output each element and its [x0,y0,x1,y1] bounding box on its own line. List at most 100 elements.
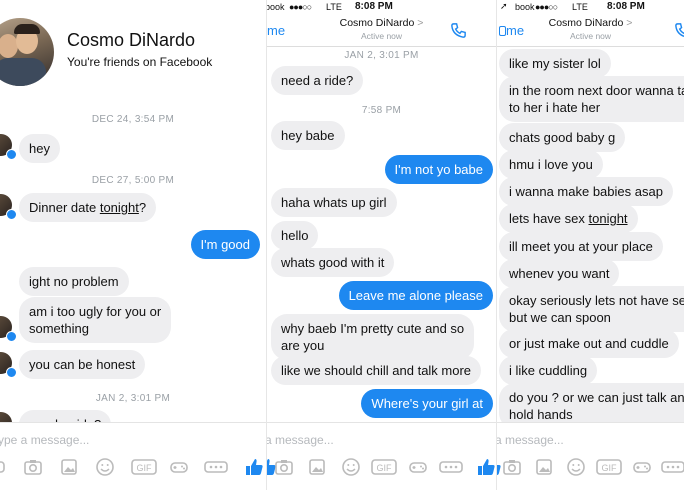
like-icon[interactable] [243,456,265,478]
photo-icon[interactable] [306,456,328,478]
message-bubble[interactable]: whenev you want [499,259,620,288]
message-link[interactable]: tonight [589,211,628,226]
avatar [0,134,17,160]
messenger-badge-icon [6,209,17,220]
messenger-badge-icon [6,149,17,160]
timestamp: DEC 24, 3:54 PM [91,114,175,125]
gif-icon[interactable]: GIF [371,456,397,478]
conversation-panel-2: book ●●●○○ LTE 8:08 PM me Cosmo DiNardo … [266,0,496,490]
message-bubble[interactable]: okay seriously lets not have sex but we … [499,286,684,332]
carrier-label: book [266,2,285,12]
message-bubble-outgoing[interactable]: Where's your girl at [361,389,493,418]
message-bubble[interactable]: you can be honest [19,350,146,379]
more-icon[interactable] [661,456,684,478]
chevron-right-icon: > [417,17,424,29]
emoji-icon[interactable] [94,456,116,478]
message-bubble[interactable]: or just make out and cuddle [499,329,679,358]
network-label: LTE [572,2,588,12]
camera-icon[interactable] [273,456,295,478]
message-bubble[interactable]: ight no problem [19,267,129,296]
message-text: do you ? or we can just talk and [509,390,684,405]
profile-subtitle: You're friends on Facebook [67,55,213,69]
message-text: are you [281,338,325,353]
composer: ype a message... GIF [0,422,266,490]
carrier-label: book [515,2,535,12]
message-bubble[interactable]: hmu i love you [499,150,603,179]
message-text: something [29,321,89,336]
signal-icon: ●●●○○ [289,2,312,12]
emoji-icon[interactable] [340,456,362,478]
message-input[interactable]: a message... [267,433,334,447]
game-icon[interactable] [168,456,190,478]
message-bubble[interactable]: chats good baby g [499,123,626,152]
composer: a message... GIF [267,422,496,490]
contact-name[interactable]: Cosmo DiNardo [549,17,624,29]
message-link[interactable]: tonight [100,200,139,215]
message-bubble-outgoing[interactable]: Leave me alone please [338,281,493,310]
profile-name: Cosmo DiNardo [67,30,196,50]
message-bubble[interactable]: haha whats up girl [271,188,397,217]
avatar [0,194,17,220]
message-bubble-outgoing[interactable]: I'm not yo babe [384,155,493,184]
phone-icon[interactable] [449,21,468,45]
signal-icon: ●●●○○ [535,2,558,12]
message-bubble[interactable]: Dinner date tonight? [19,193,157,222]
composer-toolbar: GIF [267,456,496,482]
message-bubble[interactable]: like my sister lol [499,49,611,78]
message-bubble[interactable]: ill meet you at your place [499,232,663,261]
gif-label: GIF [137,463,153,473]
timestamp: 7:58 PM [361,105,402,116]
timestamp: JAN 2, 3:01 PM [344,50,419,61]
message-text: but we can spoon [509,310,611,325]
game-icon[interactable] [631,456,653,478]
message-bubble[interactable]: like we should chill and talk more [271,356,482,385]
avatar [0,316,17,342]
message-bubble-outgoing[interactable]: I'm good [190,230,260,259]
message-bubble[interactable]: hello [271,221,319,250]
profile-photo [0,18,54,86]
more-icon[interactable] [204,456,228,478]
camera-icon[interactable] [501,456,523,478]
message-input[interactable]: ype a message... [0,433,89,447]
conversation-panel-1: Cosmo DiNardo You're friends on Facebook… [0,0,266,490]
message-bubble[interactable]: hey babe [271,121,345,150]
message-bubble[interactable]: am i too ugly for you or something [19,297,172,343]
photo-icon[interactable] [533,456,555,478]
contact-name[interactable]: Cosmo DiNardo [340,17,415,29]
message-bubble[interactable]: i wanna make babies asap [499,177,673,206]
conversation-header: me Cosmo DiNardo > Active now [267,14,496,47]
message-bubble[interactable]: hey [19,134,60,163]
game-icon[interactable] [407,456,429,478]
message-text: ? [138,200,147,215]
message-text: lets have sex [509,211,589,226]
avatar [0,352,17,378]
message-bubble[interactable]: whats good with it [271,248,395,277]
gif-label: GIF [377,463,393,473]
message-bubble[interactable]: lets have sex tonight [499,204,638,233]
message-bubble[interactable]: need a ride? [271,66,364,95]
message-bubble[interactable]: in the room next door wanna talk to her … [499,76,684,122]
composer: a message... GIF [497,422,684,490]
gif-icon[interactable]: GIF [596,456,622,478]
message-bubble[interactable]: why baeb I'm pretty cute and so are you [271,314,475,360]
timestamp: DEC 27, 5:00 PM [91,175,175,186]
more-dot-icon[interactable] [0,456,8,478]
emoji-icon[interactable] [565,456,587,478]
message-bubble[interactable]: i like cuddling [499,356,598,385]
photo-icon[interactable] [58,456,80,478]
message-text: Dinner date [29,200,100,215]
network-label: LTE [326,2,342,12]
message-text: to her i hate her [509,100,601,115]
gif-icon[interactable]: GIF [131,456,157,478]
clock: 8:08 PM [355,1,393,12]
camera-icon[interactable] [22,456,44,478]
clock: 8:08 PM [607,1,645,12]
composer-toolbar: GIF [0,456,266,482]
conversation-header: me Cosmo DiNardo > Active now [497,14,684,47]
message-text: am i too ugly for you or [29,304,162,319]
more-icon[interactable] [439,456,463,478]
like-icon[interactable] [475,456,496,478]
message-input[interactable]: a message... [497,433,564,447]
phone-icon[interactable] [673,21,684,45]
message-text: why baeb I'm pretty cute and so [281,321,465,336]
